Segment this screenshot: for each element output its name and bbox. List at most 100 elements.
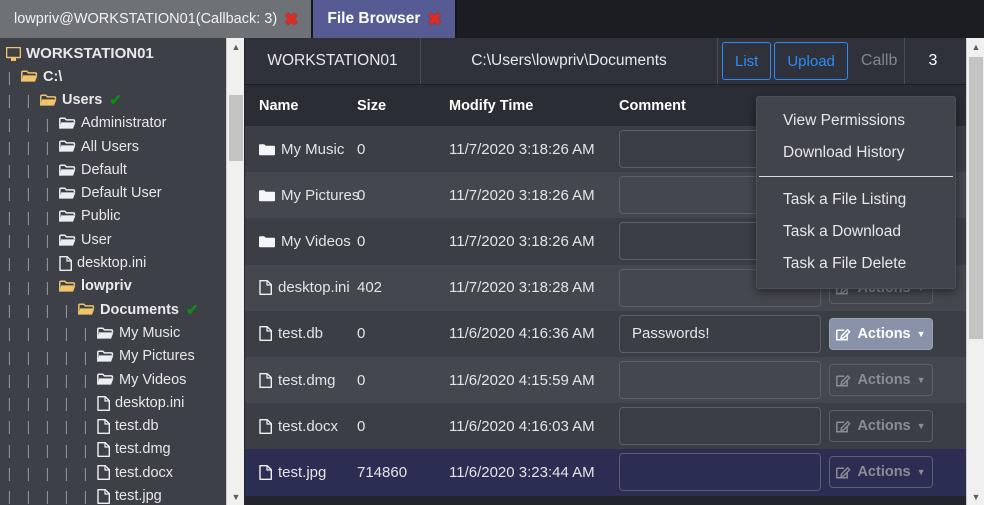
scrollbar-thumb[interactable] — [969, 57, 983, 339]
table-row[interactable]: test.jpg 714860 11/6/2020 3:23:44 AM Action… — [245, 449, 966, 496]
edit-icon — [836, 465, 851, 479]
toolbar-hostname: WORKSTATION01 — [245, 38, 421, 84]
monitor-icon — [6, 46, 21, 61]
cell-actions: Actions ▼ — [829, 410, 949, 443]
menu-item-task-a-file-delete[interactable]: Task a File Delete — [757, 248, 955, 280]
file-list-scrollbar[interactable]: ▲ ▼ — [966, 38, 984, 505]
tree-node-lowpriv[interactable]: | | | lowpriv — [0, 275, 226, 298]
chevron-down-icon: ▼ — [916, 375, 926, 386]
scroll-down-arrow-icon[interactable]: ▼ — [967, 488, 984, 505]
tree-guide-line: | — [64, 395, 69, 412]
actions-button-label: Actions — [857, 464, 911, 481]
tree-guide-line: | — [83, 325, 88, 342]
tree-node-test-dmg[interactable]: | | | | | test.dmg — [0, 438, 226, 461]
tree-node-default[interactable]: | | | Default — [0, 158, 226, 181]
close-icon[interactable]: ✖ — [427, 11, 441, 28]
folder-icon — [59, 210, 76, 223]
menu-separator — [759, 176, 953, 177]
tree-node-workstation01[interactable]: WORKSTATION01 — [0, 42, 226, 65]
tree-node-label: Users — [62, 91, 103, 108]
tree-node-label: Public — [81, 208, 121, 225]
tree-node-public[interactable]: | | | Public — [0, 205, 226, 228]
comment-input[interactable] — [619, 453, 821, 492]
tree-guide-line: | — [7, 418, 12, 435]
tree-guide-line: | — [26, 441, 31, 458]
tree-node-label: Administrator — [81, 115, 167, 132]
tree-guide-line: | — [7, 395, 12, 412]
menu-item-download-history[interactable]: Download History — [757, 137, 955, 169]
close-icon[interactable]: ✖ — [284, 11, 298, 28]
cell-size: 0 — [357, 232, 366, 250]
table-row[interactable]: test.dmg 0 11/6/2020 4:15:59 AM Actions ▼ — [245, 356, 966, 404]
tab-file-browser[interactable]: File Browser ✖ — [313, 0, 457, 38]
cell-comment — [619, 453, 829, 492]
tree-node-user[interactable]: | | | User — [0, 228, 226, 251]
tree-node-documents[interactable]: | | | | Documents ✔ — [0, 298, 226, 321]
menu-item-task-a-file-listing[interactable]: Task a File Listing — [757, 184, 955, 216]
tree-guide-line: | — [7, 68, 12, 85]
folder-open-icon — [40, 94, 57, 107]
cell-comment: Passwords! — [619, 314, 829, 353]
actions-dropdown-menu[interactable]: View Permissions Download History Task a F… — [756, 96, 956, 289]
tree-guide-line: | — [45, 441, 50, 458]
tree-node-my-pictures[interactable]: | | | | | My Pictures — [0, 345, 226, 368]
tree-node-desktop-ini[interactable]: | | | | | desktop.ini — [0, 391, 226, 414]
tree-indent-guides: | | | — [0, 255, 57, 271]
tree-node-my-videos[interactable]: | | | | | My Videos — [0, 368, 226, 391]
table-row[interactable]: test.docx 0 11/6/2020 4:16:03 AM Actions ▼ — [245, 403, 966, 450]
cell-size: 714860 — [357, 463, 408, 481]
upload-button[interactable]: Upload — [774, 42, 848, 80]
comment-input[interactable] — [619, 361, 821, 400]
folder-icon — [59, 233, 76, 247]
tree-node-test-jpg[interactable]: | | | | | test.jpg — [0, 485, 226, 505]
tree-node-default-user[interactable]: | | | Default User — [0, 182, 226, 205]
tree-indent-guides: | — [0, 69, 19, 85]
table-row[interactable]: test.db 0 11/6/2020 4:16:36 AM Passwords! Ac… — [245, 310, 966, 357]
cell-modify-time: 11/6/2020 4:16:36 AM — [449, 325, 595, 343]
tree-node-all-users[interactable]: | | | All Users — [0, 135, 226, 158]
tree-guide-line: | — [64, 488, 69, 505]
file-icon — [259, 326, 272, 342]
column-header-size[interactable]: Size — [357, 98, 449, 114]
tree-guide-line: | — [45, 278, 50, 295]
tab-label: File Browser — [327, 10, 421, 27]
tree-guide-line: | — [26, 348, 31, 365]
actions-button[interactable]: Actions ▼ — [829, 410, 933, 443]
tree-guide-line: | — [26, 325, 31, 342]
tree-guide-line: | — [26, 232, 31, 249]
sidebar-scrollbar[interactable]: ▲ ▼ — [226, 38, 244, 505]
tree-guide-line: | — [26, 208, 31, 225]
file-tree-sidebar[interactable]: WORKSTATION01 | C:\ | | Users ✔ | | | Administrato… — [0, 38, 226, 505]
column-header-name[interactable]: Name — [245, 98, 357, 114]
column-header-modify-time[interactable]: Modify Time — [449, 98, 619, 114]
scroll-up-arrow-icon[interactable]: ▲ — [967, 38, 984, 55]
tree-node-my-music[interactable]: | | | | | My Music — [0, 322, 226, 345]
tree-guide-line: | — [64, 348, 69, 365]
tree-node-test-db[interactable]: | | | | | test.db — [0, 415, 226, 438]
tree-node-administrator[interactable]: | | | Administrator — [0, 112, 226, 135]
actions-button[interactable]: Actions ▼ — [829, 364, 933, 397]
scroll-down-arrow-icon[interactable]: ▼ — [227, 488, 245, 505]
menu-item-view-permissions[interactable]: View Permissions — [757, 105, 955, 137]
tree-guide-line: | — [83, 464, 88, 481]
cell-actions: Actions ▼ — [829, 364, 949, 397]
menu-item-task-a-download[interactable]: Task a Download — [757, 216, 955, 248]
tree-node-users[interactable]: | | Users ✔ — [0, 89, 226, 112]
comment-input[interactable] — [619, 407, 821, 446]
tree-node-c[interactable]: | C:\ — [0, 65, 226, 88]
folder-icon — [59, 164, 76, 177]
tree-node-test-docx[interactable]: | | | | | test.docx — [0, 461, 226, 484]
cell-modify-time: 11/7/2020 3:18:26 AM — [449, 140, 595, 158]
tree-node-desktop-ini[interactable]: | | | desktop.ini — [0, 252, 226, 275]
scrollbar-thumb[interactable] — [229, 95, 243, 161]
tree-node-label: WORKSTATION01 — [26, 45, 154, 63]
file-icon — [259, 418, 272, 434]
scroll-up-arrow-icon[interactable]: ▲ — [227, 38, 245, 55]
list-button[interactable]: List — [722, 42, 772, 80]
comment-input[interactable]: Passwords! — [619, 314, 821, 353]
tab-callback-session[interactable]: lowpriv@WORKSTATION01(Callback: 3) ✖ — [0, 0, 314, 38]
actions-button[interactable]: Actions ▼ — [829, 317, 933, 350]
cell-comment — [619, 361, 829, 400]
actions-button[interactable]: Actions ▼ — [829, 456, 933, 489]
tree-node-label: C:\ — [43, 68, 63, 85]
